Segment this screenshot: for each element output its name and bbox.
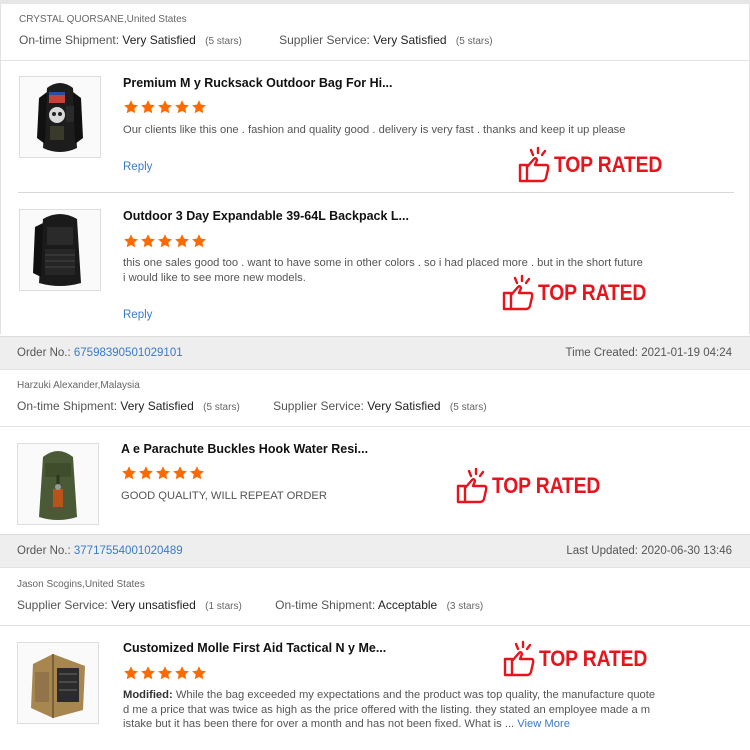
black-skull-backpack-image[interactable] bbox=[19, 76, 101, 158]
star-icon bbox=[158, 666, 172, 680]
star-icon bbox=[190, 466, 204, 480]
star-icon bbox=[124, 666, 138, 680]
star-icon bbox=[192, 666, 206, 680]
top-rated-badge: TOP RATED bbox=[502, 274, 661, 312]
backpack-image bbox=[33, 214, 81, 286]
star-icon bbox=[124, 234, 138, 248]
product-title-link[interactable]: Premium M y Rucksack Outdoor Bag For Hi.… bbox=[123, 76, 393, 90]
star-icon bbox=[124, 100, 138, 114]
view-more-link[interactable]: View More bbox=[517, 718, 570, 730]
star-icon bbox=[156, 466, 170, 480]
product-title-link[interactable]: Outdoor 3 Day Expandable 39-64L Backpack… bbox=[123, 209, 409, 223]
order-header: Order No.: 37717554001020489 Last Update… bbox=[0, 534, 750, 568]
divider bbox=[0, 625, 750, 626]
star-icon bbox=[175, 666, 189, 680]
top-rated-badge: TOP RATED bbox=[518, 146, 677, 184]
ratings-row: Supplier Service: Very unsatisfied (1 st… bbox=[17, 598, 511, 612]
five-star-rating bbox=[123, 233, 208, 249]
top-rated-label: TOP RATED bbox=[492, 473, 601, 498]
reply-link[interactable]: Reply bbox=[123, 161, 152, 173]
review-text: Modified: While the bag exceeded my expe… bbox=[123, 689, 656, 730]
reply-link[interactable]: Reply bbox=[123, 309, 152, 321]
star-icon bbox=[192, 100, 206, 114]
buyer-name: CRYSTAL QUORSANE,United States bbox=[19, 14, 187, 25]
star-icon bbox=[175, 234, 189, 248]
star-icon bbox=[158, 100, 172, 114]
black-tactical-backpack-image[interactable] bbox=[19, 209, 101, 291]
divider bbox=[0, 60, 750, 61]
top-rated-label: TOP RATED bbox=[554, 152, 663, 177]
star-icon bbox=[141, 234, 155, 248]
backpack-image bbox=[31, 654, 85, 718]
star-icon bbox=[175, 100, 189, 114]
rating-on-time-shipment: On-time Shipment: Very Satisfied (5 star… bbox=[19, 33, 242, 47]
rating-supplier-service: Supplier Service: Very Satisfied (5 star… bbox=[273, 399, 487, 413]
thumbs-up-icon bbox=[456, 467, 488, 504]
order-number-link[interactable]: 67598390501029101 bbox=[74, 347, 183, 359]
ratings-row: On-time Shipment: Very Satisfied (5 star… bbox=[17, 399, 515, 413]
green-parachute-bag-image[interactable] bbox=[17, 443, 99, 525]
backpack-image bbox=[37, 83, 83, 152]
five-star-rating bbox=[121, 465, 206, 481]
five-star-rating bbox=[123, 665, 208, 681]
tan-medical-backpack-image[interactable] bbox=[17, 642, 99, 724]
order-number: Order No.: 37717554001020489 bbox=[17, 545, 183, 557]
five-star-rating bbox=[123, 99, 208, 115]
top-divider bbox=[0, 0, 750, 4]
modified-label: Modified: bbox=[123, 689, 173, 701]
rating-supplier-service: Supplier Service: Very unsatisfied (1 st… bbox=[17, 598, 242, 612]
top-rated-label: TOP RATED bbox=[539, 646, 648, 671]
order-header: Order No.: 67598390501029101 Time Create… bbox=[0, 336, 750, 370]
order-time: Last Updated: 2020-06-30 13:46 bbox=[566, 545, 732, 557]
star-icon bbox=[173, 466, 187, 480]
ratings-row: On-time Shipment: Very Satisfied (5 star… bbox=[19, 33, 521, 47]
top-rated-label: TOP RATED bbox=[538, 280, 647, 305]
divider bbox=[18, 192, 734, 193]
product-title-link[interactable]: Customized Molle First Aid Tactical N y … bbox=[123, 641, 386, 655]
review-text: Our clients like this one . fashion and … bbox=[123, 124, 626, 136]
product-title-link[interactable]: A e Parachute Buckles Hook Water Resi... bbox=[121, 442, 368, 456]
order-number-link[interactable]: 37717554001020489 bbox=[74, 545, 183, 557]
left-border bbox=[0, 4, 1, 334]
rating-on-time-shipment: On-time Shipment: Acceptable (3 stars) bbox=[275, 598, 484, 612]
backpack-image bbox=[39, 451, 77, 520]
star-icon bbox=[141, 666, 155, 680]
rating-supplier-service: Supplier Service: Very Satisfied (5 star… bbox=[279, 33, 493, 47]
reviews-feed: CRYSTAL QUORSANE,United States On-time S… bbox=[0, 0, 750, 750]
thumbs-up-icon bbox=[502, 274, 534, 311]
star-icon bbox=[122, 466, 136, 480]
order-number: Order No.: 67598390501029101 bbox=[17, 347, 183, 359]
star-icon bbox=[139, 466, 153, 480]
star-icon bbox=[141, 100, 155, 114]
order-time: Time Created: 2021-01-19 04:24 bbox=[565, 347, 732, 359]
thumbs-up-icon bbox=[503, 640, 535, 677]
divider bbox=[0, 426, 750, 427]
top-rated-badge: TOP RATED bbox=[503, 640, 662, 678]
star-icon bbox=[158, 234, 172, 248]
rating-on-time-shipment: On-time Shipment: Very Satisfied (5 star… bbox=[17, 399, 240, 413]
star-icon bbox=[192, 234, 206, 248]
buyer-name: Jason Scogins,United States bbox=[17, 579, 145, 590]
buyer-name: Harzuki Alexander,Malaysia bbox=[17, 380, 140, 391]
thumbs-up-icon bbox=[518, 146, 550, 183]
top-rated-badge: TOP RATED bbox=[456, 467, 615, 505]
